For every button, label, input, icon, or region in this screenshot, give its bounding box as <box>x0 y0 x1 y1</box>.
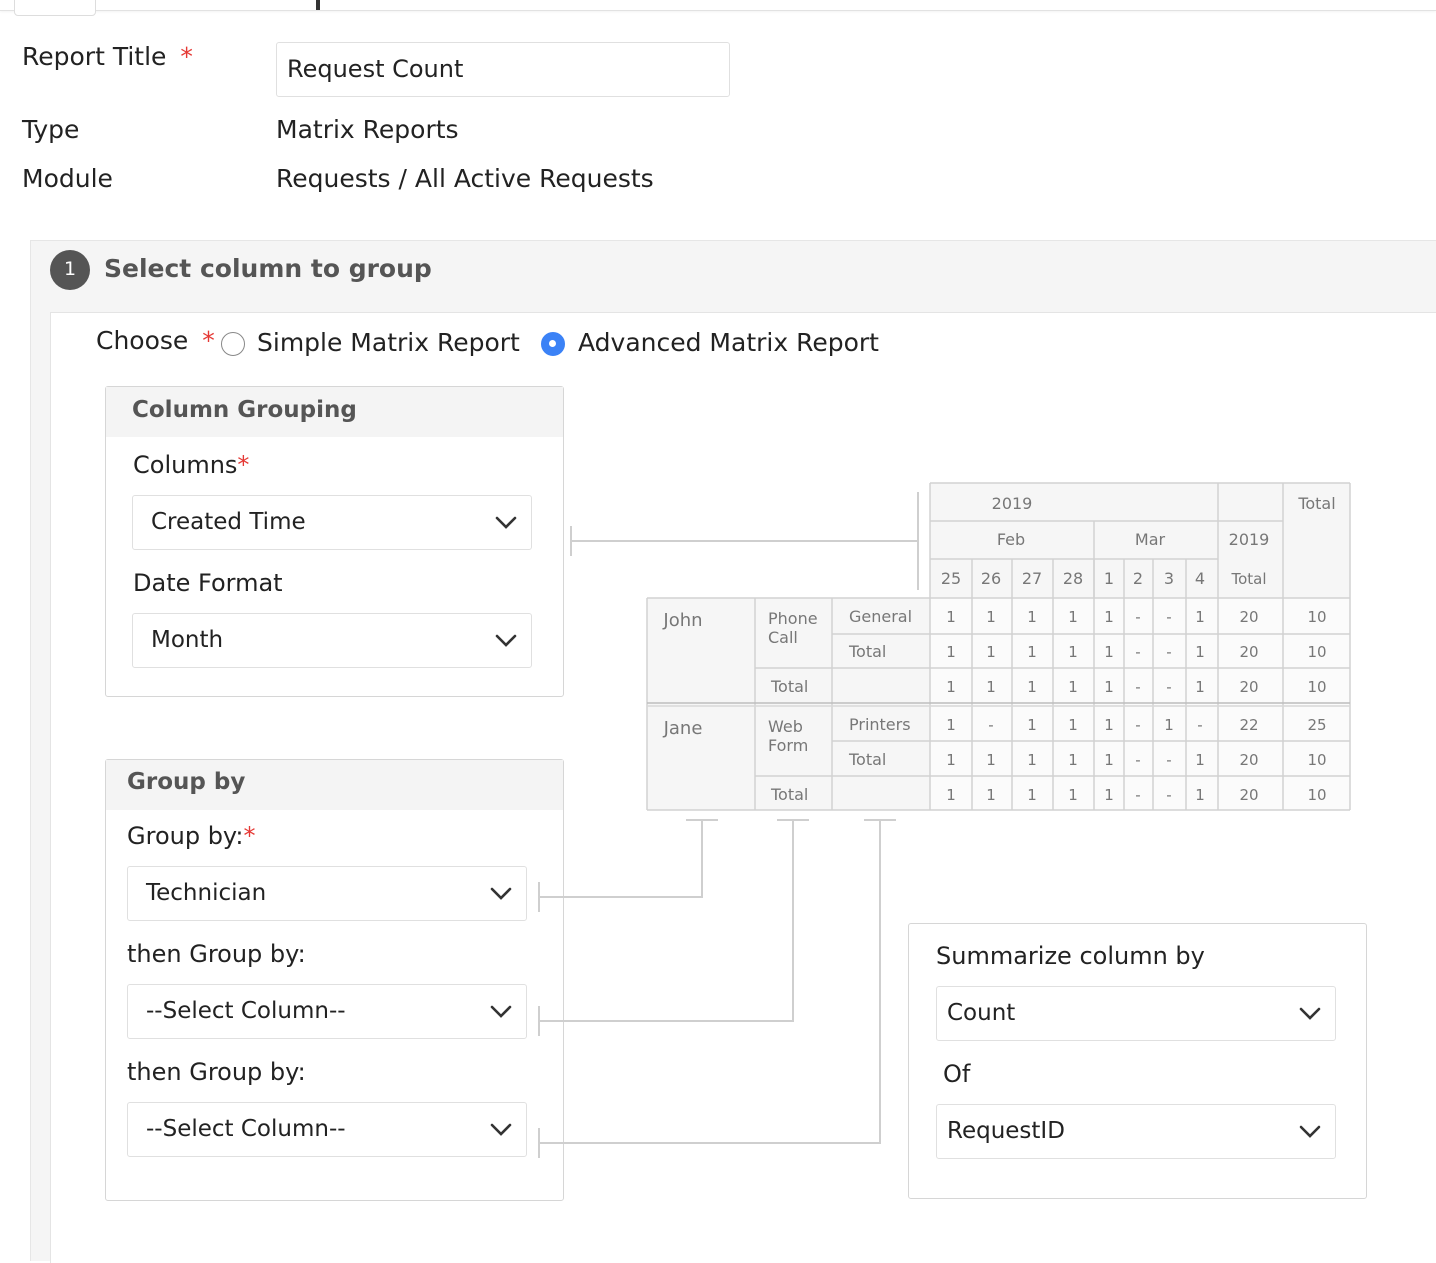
day-label: 1 <box>1104 569 1114 588</box>
cell-value: 1 <box>1195 608 1205 626</box>
cell-value: 1 <box>986 643 996 661</box>
cell-value: - <box>1135 751 1140 769</box>
month-label-feb: Feb <box>997 530 1025 549</box>
cell-value: 1 <box>986 786 996 804</box>
cell-value: 1 <box>1164 716 1174 734</box>
group-by-connector <box>539 820 703 898</box>
day-label: 4 <box>1195 569 1205 588</box>
cell-value: - <box>1166 643 1171 661</box>
total-header-label: Total <box>1297 494 1335 513</box>
cell-value: - <box>1135 716 1140 734</box>
cell-value: 1 <box>1027 751 1037 769</box>
year-total-value: 20 <box>1239 786 1258 804</box>
year-total-value: 20 <box>1239 678 1258 696</box>
day-label: 2 <box>1133 569 1143 588</box>
cell-value: 1 <box>1104 716 1114 734</box>
cell-value: 1 <box>1068 716 1078 734</box>
cell-value: - <box>1135 608 1140 626</box>
month-label-mar: Mar <box>1135 530 1166 549</box>
row-label: General <box>849 607 912 626</box>
year-header-label: 2019 <box>992 494 1033 513</box>
cell-value: 1 <box>946 751 956 769</box>
cell-value: 1 <box>1027 716 1037 734</box>
day-label: 28 <box>1063 569 1083 588</box>
cell-value: 1 <box>1027 678 1037 696</box>
cell-value: 1 <box>1027 786 1037 804</box>
cell-value: 1 <box>1027 643 1037 661</box>
cell-value: - <box>1197 716 1202 734</box>
row-label: Total <box>848 750 886 769</box>
cell-value: 1 <box>1068 786 1078 804</box>
total-value: 10 <box>1307 786 1326 804</box>
total-value: 10 <box>1307 643 1326 661</box>
row-label: Total <box>848 642 886 661</box>
cell-value: 1 <box>1104 643 1114 661</box>
cell-value: 1 <box>946 786 956 804</box>
cell-value: 1 <box>1068 608 1078 626</box>
cell-value: 1 <box>986 751 996 769</box>
year-total-sublabel: Total <box>1230 570 1266 588</box>
total-value: 10 <box>1307 678 1326 696</box>
cell-value: 1 <box>1104 678 1114 696</box>
cell-value: 1 <box>1068 643 1078 661</box>
cell-value: - <box>1135 786 1140 804</box>
day-label: 25 <box>941 569 961 588</box>
cell-value: 1 <box>1068 678 1078 696</box>
cell-value: 1 <box>986 678 996 696</box>
sub-group-label: Form <box>768 736 808 755</box>
year-total-value: 20 <box>1239 643 1258 661</box>
year-total-value: 22 <box>1239 716 1258 734</box>
cell-value: 1 <box>986 608 996 626</box>
cell-value: 1 <box>1104 608 1114 626</box>
year-total-label: 2019 <box>1229 530 1270 549</box>
technician-name: Jane <box>663 718 703 739</box>
day-label: 3 <box>1164 569 1174 588</box>
sub-group-label: Call <box>768 628 798 647</box>
sub-group-label: Phone <box>768 609 818 628</box>
day-label: 27 <box>1022 569 1042 588</box>
cell-value: 1 <box>1195 678 1205 696</box>
cell-value: - <box>1166 608 1171 626</box>
cell-value: 1 <box>946 643 956 661</box>
year-total-value: 20 <box>1239 751 1258 769</box>
cell-value: 1 <box>1195 751 1205 769</box>
cell-value: 1 <box>1027 608 1037 626</box>
cell-value: - <box>1166 751 1171 769</box>
row-label: Printers <box>849 715 911 734</box>
year-total-value: 20 <box>1239 608 1258 626</box>
cell-value: - <box>1166 786 1171 804</box>
cell-value: 1 <box>1195 643 1205 661</box>
cell-value: 1 <box>1104 751 1114 769</box>
total-value: 10 <box>1307 608 1326 626</box>
matrix-preview-illustration: 2019 TotalFeb Mar 2019Total25 26 27 28 1 2 3 4John… <box>538 482 1351 1158</box>
total-value: 10 <box>1307 751 1326 769</box>
technician-name: John <box>662 610 702 631</box>
matrix-preview-table: 2019 TotalFeb Mar 2019Total25 26 27 28 1 2 3 4John… <box>646 482 1351 811</box>
cell-value: 1 <box>1195 786 1205 804</box>
cell-value: 1 <box>1104 786 1114 804</box>
then-group-by-connector-1 <box>539 820 794 1022</box>
sub-group-label: Web <box>768 717 803 736</box>
row-total-label: Total <box>770 677 808 696</box>
total-value: 25 <box>1307 716 1326 734</box>
cell-value: 1 <box>1068 751 1078 769</box>
then-group-by-connector-2 <box>539 820 881 1144</box>
cell-value: 1 <box>946 608 956 626</box>
day-label: 26 <box>981 569 1001 588</box>
cell-value: - <box>988 716 993 734</box>
cell-value: - <box>1135 678 1140 696</box>
row-total-label: Total <box>770 785 808 804</box>
cell-value: - <box>1166 678 1171 696</box>
cell-value: - <box>1135 643 1140 661</box>
connector-lines <box>538 492 919 1158</box>
cell-value: 1 <box>946 716 956 734</box>
cell-value: 1 <box>946 678 956 696</box>
